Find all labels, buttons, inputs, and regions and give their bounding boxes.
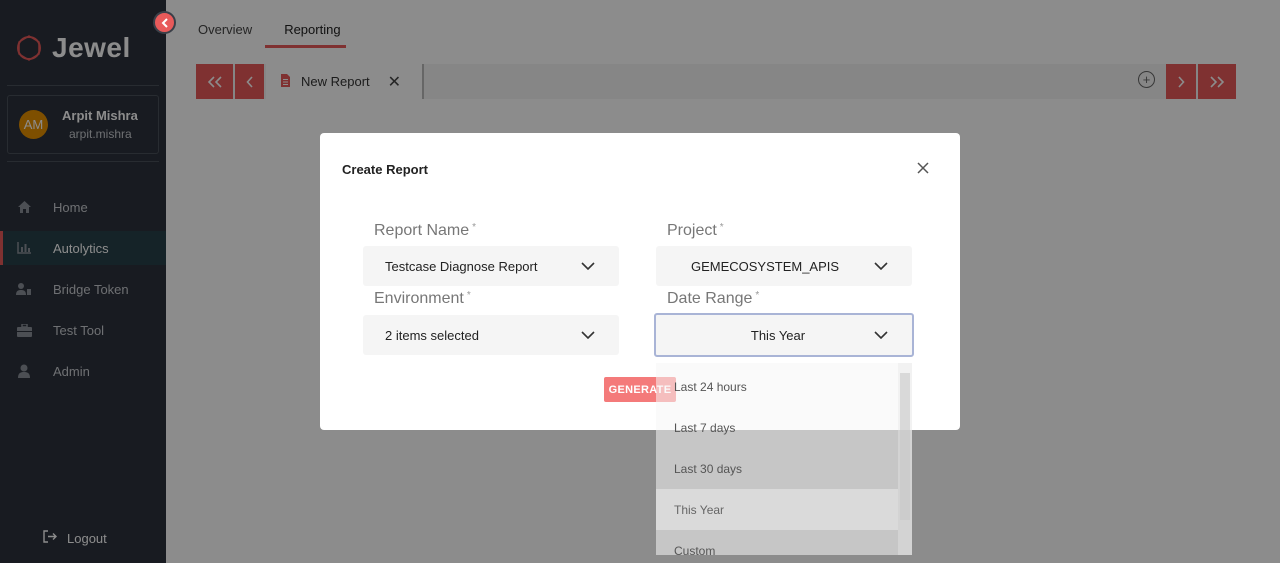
chevron-left-icon bbox=[161, 17, 168, 28]
report-name-value: Testcase Diagnose Report bbox=[385, 258, 538, 274]
modal-title: Create Report bbox=[342, 162, 428, 177]
environment-label: Environment * bbox=[374, 290, 471, 307]
option-last-7-days[interactable]: Last 7 days bbox=[656, 407, 898, 448]
scrollbar-thumb[interactable] bbox=[900, 373, 910, 520]
collapse-sidebar-button[interactable] bbox=[153, 11, 176, 34]
dropdown-scrollbar[interactable] bbox=[898, 363, 912, 555]
project-label: Project * bbox=[667, 222, 724, 239]
project-value: GEMECOSYSTEM_APIS bbox=[690, 258, 840, 274]
option-last-30-days[interactable]: Last 30 days bbox=[656, 448, 898, 489]
close-icon[interactable] bbox=[916, 158, 930, 181]
date-range-label: Date Range * bbox=[667, 290, 760, 307]
chevron-down-icon bbox=[581, 328, 595, 342]
report-name-label: Report Name * bbox=[374, 222, 477, 239]
option-last-24-hours[interactable]: Last 24 hours bbox=[656, 366, 898, 407]
environment-select[interactable]: 2 items selected bbox=[363, 315, 619, 355]
date-range-select[interactable]: This Year bbox=[654, 313, 914, 357]
option-this-year[interactable]: This Year bbox=[656, 489, 898, 530]
chevron-down-icon bbox=[581, 259, 595, 273]
date-range-dropdown: Last 24 hours Last 7 days Last 30 days T… bbox=[656, 363, 912, 555]
environment-value: 2 items selected bbox=[385, 327, 479, 343]
project-select[interactable]: GEMECOSYSTEM_APIS bbox=[656, 246, 912, 286]
report-name-select[interactable]: Testcase Diagnose Report bbox=[363, 246, 619, 286]
chevron-down-icon bbox=[874, 328, 888, 342]
chevron-down-icon bbox=[874, 259, 888, 273]
date-range-value: This Year bbox=[750, 327, 806, 343]
option-custom[interactable]: Custom bbox=[656, 530, 898, 556]
